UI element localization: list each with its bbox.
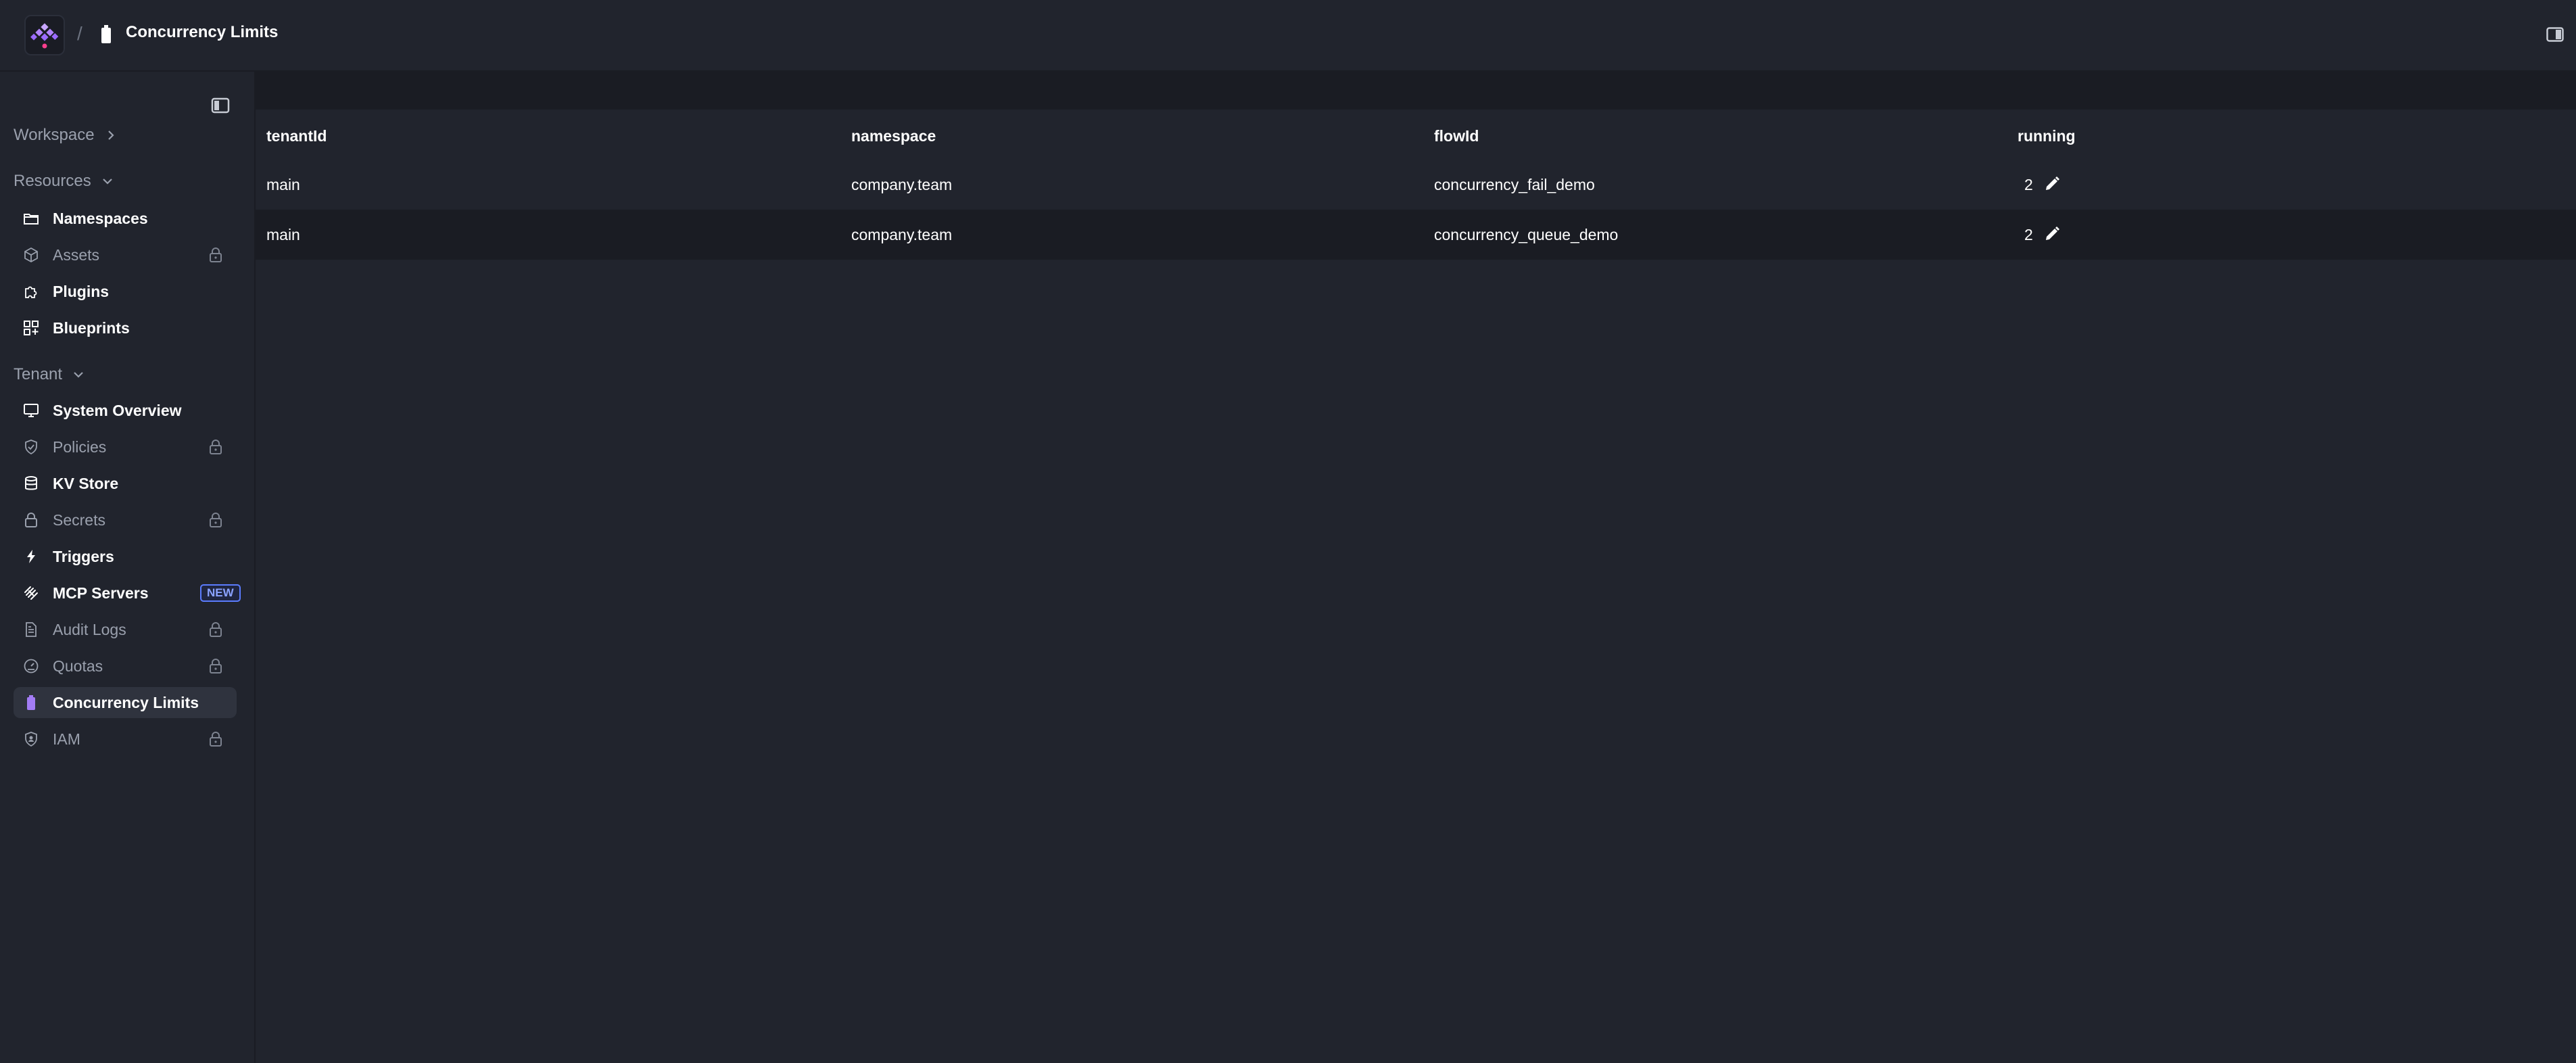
new-badge: NEW bbox=[200, 584, 241, 602]
workspace-label: Workspace bbox=[14, 126, 95, 144]
lock-icon bbox=[210, 622, 222, 637]
lock-icon bbox=[210, 513, 222, 527]
cell-namespace: company.team bbox=[851, 226, 953, 243]
sidebar-item-policies[interactable]: Policies bbox=[14, 431, 237, 463]
sidebar-item-assets[interactable]: Assets bbox=[14, 239, 237, 270]
chevron-down-icon bbox=[74, 372, 83, 378]
battery-icon bbox=[101, 25, 111, 43]
shield-check-icon bbox=[25, 440, 37, 455]
battery-icon bbox=[27, 695, 35, 710]
sidebar-item-triggers[interactable]: Triggers bbox=[14, 541, 237, 572]
kestra-logo-icon bbox=[30, 23, 59, 49]
sidebar-item-mcp-servers[interactable]: MCP Servers NEW bbox=[14, 577, 241, 609]
sidebar-item-label: Plugins bbox=[53, 283, 110, 300]
column-header-running[interactable]: running bbox=[2018, 127, 2076, 145]
lock-icon bbox=[210, 732, 222, 747]
cell-flowid: concurrency_queue_demo bbox=[1434, 226, 1619, 243]
sidebar-item-label: MCP Servers bbox=[53, 584, 149, 602]
column-header-flowid[interactable]: flowId bbox=[1434, 127, 1479, 145]
sidebar-item-label: System Overview bbox=[53, 402, 182, 419]
sidebar-item-label: Policies bbox=[53, 438, 107, 456]
workspace-section[interactable]: Workspace bbox=[14, 126, 118, 145]
tenant-label: Tenant bbox=[14, 365, 63, 383]
sidebar-item-system-overview[interactable]: System Overview bbox=[14, 395, 237, 426]
sidebar-item-kv-store[interactable]: KV Store bbox=[14, 468, 237, 499]
pencil-icon[interactable] bbox=[2043, 225, 2061, 243]
sidebar-item-label: Concurrency Limits bbox=[53, 694, 199, 711]
sidebar-item-secrets[interactable]: Secrets bbox=[14, 504, 237, 536]
sidebar-item-label: Triggers bbox=[53, 548, 114, 565]
sidebar: Workspace Resources Namespaces Assets Pl… bbox=[0, 72, 256, 1063]
tenant-section[interactable]: Tenant bbox=[14, 365, 85, 384]
table-row: main company.team concurrency_queue_demo… bbox=[256, 210, 2576, 260]
user-shield-icon bbox=[25, 732, 37, 747]
app-logo[interactable] bbox=[24, 15, 65, 55]
sidebar-item-label: Quotas bbox=[53, 657, 103, 675]
cell-namespace: company.team bbox=[851, 176, 953, 193]
pencil-icon[interactable] bbox=[2043, 175, 2061, 193]
chevron-down-icon bbox=[102, 179, 112, 185]
sidebar-item-audit-logs[interactable]: Audit Logs bbox=[14, 614, 237, 645]
lock-icon bbox=[25, 513, 37, 527]
top-bar: / Concurrency Limits bbox=[0, 0, 2576, 72]
table-row: main company.team concurrency_fail_demo … bbox=[256, 160, 2576, 210]
monitor-icon bbox=[24, 404, 39, 417]
column-header-tenantid[interactable]: tenantId bbox=[266, 127, 327, 145]
sidebar-item-namespaces[interactable]: Namespaces bbox=[14, 203, 237, 234]
sidebar-item-label: KV Store bbox=[53, 475, 119, 492]
cell-running: 2 bbox=[2024, 226, 2033, 243]
lightning-icon bbox=[27, 550, 35, 563]
cell-running: 2 bbox=[2024, 176, 2033, 193]
sidebar-item-label: Blueprints bbox=[53, 319, 130, 337]
sidebar-item-blueprints[interactable]: Blueprints bbox=[14, 312, 237, 344]
concurrency-limits-table: tenantId namespace flowId running main c… bbox=[256, 110, 2576, 260]
lock-icon bbox=[210, 659, 222, 674]
resources-section[interactable]: Resources bbox=[14, 172, 114, 191]
lock-icon bbox=[210, 440, 222, 454]
gauge-icon bbox=[24, 659, 39, 674]
cell-tenantid: main bbox=[266, 226, 300, 243]
sidebar-item-label: IAM bbox=[53, 730, 80, 748]
folder-icon bbox=[24, 214, 39, 225]
right-panel-toggle-icon[interactable] bbox=[2546, 27, 2564, 42]
blueprint-icon bbox=[24, 321, 39, 335]
column-header-namespace[interactable]: namespace bbox=[851, 127, 936, 145]
sidebar-item-label: Audit Logs bbox=[53, 621, 126, 638]
cell-flowid: concurrency_fail_demo bbox=[1434, 176, 1595, 193]
puzzle-icon bbox=[25, 286, 37, 298]
page-title: Concurrency Limits bbox=[126, 23, 279, 41]
file-text-icon bbox=[26, 622, 37, 637]
lock-icon bbox=[210, 247, 222, 262]
mcp-icon bbox=[24, 586, 38, 600]
sidebar-item-plugins[interactable]: Plugins bbox=[14, 276, 237, 307]
resources-label: Resources bbox=[14, 172, 91, 190]
database-icon bbox=[25, 476, 37, 490]
sidebar-item-label: Namespaces bbox=[53, 210, 148, 227]
breadcrumb-separator: / bbox=[77, 23, 82, 44]
sidebar-item-quotas[interactable]: Quotas bbox=[14, 651, 237, 682]
sidebar-collapse-icon[interactable] bbox=[211, 97, 230, 114]
sidebar-item-iam[interactable]: IAM bbox=[14, 724, 237, 755]
sidebar-item-concurrency-limits[interactable]: Concurrency Limits bbox=[14, 687, 237, 718]
toolbar-strip bbox=[256, 72, 2576, 110]
sidebar-item-label: Secrets bbox=[53, 511, 105, 529]
main-content: tenantId namespace flowId running main c… bbox=[256, 72, 2576, 1063]
sidebar-item-label: Assets bbox=[53, 246, 100, 264]
table-header: tenantId namespace flowId running bbox=[256, 110, 2576, 160]
chevron-right-icon bbox=[108, 131, 114, 140]
cube-icon bbox=[24, 247, 38, 263]
cell-tenantid: main bbox=[266, 176, 300, 193]
